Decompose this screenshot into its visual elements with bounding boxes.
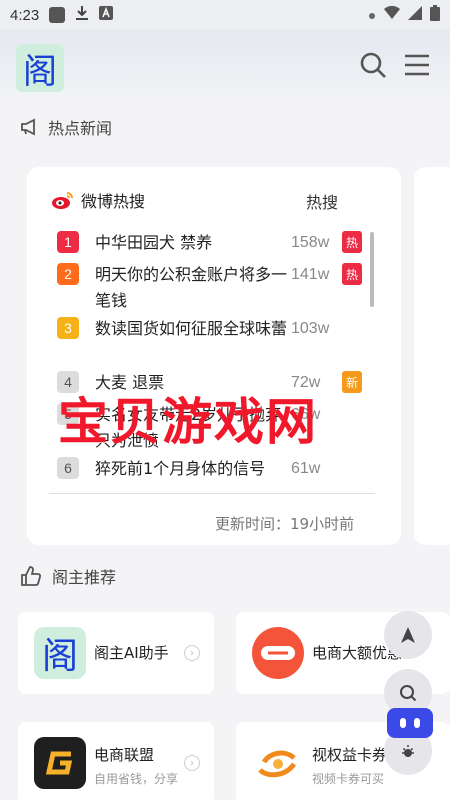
hot-tag-badge: 热: [342, 263, 362, 285]
robot-eye-icon: [414, 718, 420, 728]
recommend-section-title: 阁主推荐: [20, 564, 116, 588]
battery-icon: [430, 5, 440, 25]
hot-count: 61w: [291, 460, 321, 477]
section-label: 热点新闻: [48, 119, 113, 138]
hot-title[interactable]: 猝死前1个月身体的信号: [95, 456, 291, 482]
rank-badge: 6: [57, 457, 79, 479]
coupon-report-icon: [252, 627, 304, 679]
tile-ai-assistant[interactable]: 阁 阁主AI助手 ›: [18, 612, 214, 694]
chevron-right-icon: ›: [184, 645, 200, 661]
tile-title: 阁主AI助手: [94, 644, 169, 662]
weibo-hot-search-card[interactable]: 微博热搜 热搜 1 中华田园犬 禁养 158w 热 2 明天你的公积金账户将多一…: [27, 167, 401, 545]
app-logo[interactable]: 阁: [16, 44, 64, 92]
navigation-arrow-icon: [401, 627, 415, 643]
thumbs-up-icon: [21, 566, 42, 586]
navigate-button[interactable]: [384, 611, 432, 659]
next-card-peek[interactable]: [414, 167, 450, 545]
update-time: 更新时间：19小时前: [215, 515, 355, 533]
weibo-icon: [52, 192, 73, 209]
signal-icon: [408, 6, 422, 24]
tile-title: 视权益卡券: [312, 746, 388, 764]
search-icon: [360, 52, 386, 78]
menu-icon: [405, 54, 429, 76]
sun-icon: [402, 745, 414, 757]
card-header: 微博热搜: [51, 187, 341, 213]
download-icon: [75, 5, 89, 25]
rank-badge: 2: [57, 263, 79, 285]
rank-badge: 1: [57, 231, 79, 253]
hot-count: 158w: [291, 234, 330, 251]
hot-title[interactable]: 明天你的公积金账户将多一笔钱: [95, 262, 291, 314]
divider: [49, 493, 375, 494]
settings-dot-icon: [368, 7, 376, 24]
hot-count: 103w: [291, 320, 330, 337]
hot-search-tab[interactable]: 热搜: [306, 189, 338, 213]
status-bar: 4:23: [0, 0, 450, 30]
robot-eye-icon: [400, 718, 406, 728]
new-tag-badge: 新: [342, 371, 362, 393]
a-notification-icon: [99, 6, 114, 24]
hot-count: 141w: [291, 266, 330, 283]
app-header: 阁: [0, 30, 450, 105]
tile-subtitle: 自用省钱，分享: [94, 772, 179, 786]
hot-news-section-title: 热点新闻: [20, 115, 112, 139]
chevron-right-icon: ›: [184, 755, 200, 771]
section-label: 阁主推荐: [52, 568, 117, 587]
tile-title: 电商联盟: [94, 746, 155, 764]
search-button[interactable]: [358, 50, 388, 80]
menu-button[interactable]: [402, 50, 432, 80]
status-time: 4:23: [10, 6, 40, 24]
list-scrollbar[interactable]: [370, 232, 374, 307]
ge-logo-icon: 阁: [34, 627, 86, 679]
search-icon: [400, 685, 417, 702]
app-notification-icon: [49, 7, 66, 23]
card-title: 微博热搜: [81, 192, 146, 211]
g-logo-icon: [34, 737, 86, 789]
tile-subtitle: 视频卡券可买: [312, 772, 385, 786]
ai-assistant-bubble[interactable]: [387, 708, 433, 738]
swirl-logo-icon: [252, 737, 304, 789]
rank-badge: 3: [57, 317, 79, 339]
hot-tag-badge: 热: [342, 231, 362, 253]
tile-ecommerce-union[interactable]: 电商联盟 自用省钱，分享 ›: [18, 722, 214, 800]
hot-title[interactable]: 数读国货如何征服全球味蕾: [95, 316, 291, 342]
wifi-icon: [384, 5, 400, 24]
hot-title[interactable]: 中华田园犬 禁养: [95, 230, 291, 256]
watermark-text: 宝贝游戏网: [58, 393, 318, 451]
megaphone-icon: [21, 118, 35, 136]
